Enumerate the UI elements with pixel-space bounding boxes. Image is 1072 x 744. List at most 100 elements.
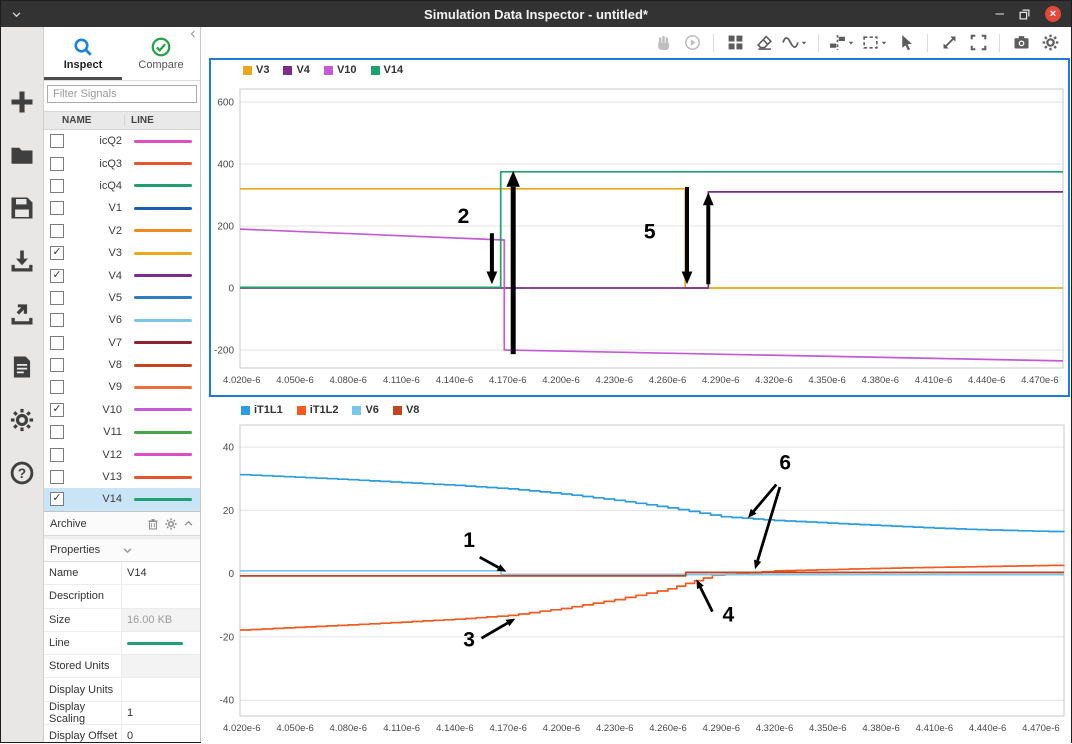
open-button[interactable] (6, 142, 38, 168)
signal-row-icQ4[interactable]: icQ4 (44, 175, 200, 197)
y-tick-label: 20 (223, 506, 235, 517)
new-button[interactable] (6, 89, 38, 115)
y-tick-label: 400 (217, 160, 234, 171)
signal-checkbox[interactable] (50, 179, 64, 193)
signal-row-V6[interactable]: V6 (44, 309, 200, 331)
signal-row-V3[interactable]: ✓V3 (44, 242, 200, 264)
signal-row-V13[interactable]: V13 (44, 466, 200, 488)
tab-inspect[interactable]: Inspect (44, 27, 122, 80)
annotation-label-2: 2 (458, 205, 470, 228)
signal-checkbox[interactable] (50, 291, 64, 305)
maximize-plot-button[interactable] (967, 31, 989, 55)
series-V10[interactable] (240, 229, 1063, 361)
property-value[interactable] (122, 632, 200, 654)
gear-icon[interactable] (165, 518, 177, 530)
property-value[interactable]: V14 (122, 562, 200, 584)
signal-row-V9[interactable]: V9 (44, 376, 200, 398)
property-value[interactable] (122, 655, 200, 677)
pointer-mode-button[interactable] (895, 31, 917, 55)
eraser-icon (756, 34, 773, 51)
maximize-button[interactable] (1018, 8, 1031, 21)
x-tick-label: 4.260e-6 (649, 375, 687, 386)
signal-checkbox[interactable] (50, 224, 64, 238)
signal-name: V10 (64, 404, 130, 416)
subplot-2[interactable]: iT1L1iT1L2V6V8 -40-20020404.020e-64.050e… (201, 398, 1071, 744)
signal-row-V1[interactable]: V1 (44, 197, 200, 219)
signal-checkbox[interactable] (50, 425, 64, 439)
subplot-2-plot[interactable]: -40-20020404.020e-64.050e-64.080e-64.110… (201, 420, 1071, 744)
pan-button[interactable] (652, 31, 674, 55)
signal-row-V10[interactable]: ✓V10 (44, 399, 200, 421)
signal-checkbox[interactable] (50, 201, 64, 215)
signal-checkbox[interactable]: ✓ (50, 269, 64, 283)
import-button[interactable] (6, 248, 38, 274)
export-button[interactable] (6, 301, 38, 327)
signal-checkbox[interactable] (50, 336, 64, 350)
signal-checkbox[interactable] (50, 470, 64, 484)
signal-checkbox[interactable] (50, 134, 64, 148)
fit-to-view-button[interactable] (938, 31, 960, 55)
subplot-layout-button[interactable] (724, 31, 746, 55)
properties-header[interactable]: Properties (44, 539, 200, 562)
x-tick-label: 4.380e-6 (862, 723, 900, 734)
close-button[interactable]: × (1045, 6, 1061, 22)
signal-name: V3 (64, 247, 130, 259)
x-tick-label: 4.140e-6 (436, 723, 474, 734)
snapshot-button[interactable] (1010, 31, 1032, 55)
minimize-button[interactable]: – (996, 9, 1004, 19)
signal-row-V5[interactable]: V5 (44, 287, 200, 309)
collapse-panel-button[interactable] (188, 29, 198, 39)
signal-row-icQ3[interactable]: icQ3 (44, 152, 200, 174)
signal-checkbox[interactable] (50, 380, 64, 394)
signal-row-V2[interactable]: V2 (44, 220, 200, 242)
zoom-mode-button[interactable] (862, 31, 888, 55)
signal-display-button[interactable] (782, 31, 808, 55)
plot-settings-button[interactable] (1039, 31, 1061, 55)
signal-row-V7[interactable]: V7 (44, 332, 200, 354)
subplot-1-plot[interactable]: -20002004006004.020e-64.050e-64.080e-64.… (211, 80, 1068, 395)
signal-checkbox[interactable] (50, 157, 64, 171)
archive-bar[interactable]: Archive (44, 511, 200, 536)
series-iT1L1[interactable] (240, 475, 1064, 532)
signal-checkbox[interactable] (50, 358, 64, 372)
y-tick-label: 40 (223, 443, 235, 454)
property-value[interactable]: 1 (122, 702, 200, 724)
x-tick-label: 4.050e-6 (276, 723, 314, 734)
chevron-up-icon[interactable] (183, 518, 194, 529)
help-button[interactable]: ? (6, 460, 38, 486)
property-value[interactable]: 0 (122, 725, 200, 742)
signal-line-sample (130, 341, 200, 344)
signal-checkbox[interactable]: ✓ (50, 492, 64, 506)
signal-row-V14[interactable]: ✓V14 (44, 488, 200, 510)
clear-subplots-button[interactable] (753, 31, 775, 55)
signal-checkbox[interactable] (50, 448, 64, 462)
camera-icon (1013, 34, 1030, 51)
signal-row-V11[interactable]: V11 (44, 421, 200, 443)
signal-row-V8[interactable]: V8 (44, 354, 200, 376)
property-value[interactable]: 16.00 KB (122, 609, 200, 631)
data-cursors-button[interactable] (829, 31, 855, 55)
signal-line-sample (130, 453, 200, 456)
signal-row-V12[interactable]: V12 (44, 443, 200, 465)
data-cursor-icon (829, 34, 846, 51)
save-button[interactable] (6, 195, 38, 221)
signal-checkbox[interactable]: ✓ (50, 403, 64, 417)
filter-signals-input[interactable] (47, 85, 197, 103)
x-tick-label: 4.080e-6 (329, 375, 367, 386)
property-value[interactable] (122, 678, 200, 700)
signal-row-icQ2[interactable]: icQ2 (44, 130, 200, 152)
create-report-button[interactable] (6, 354, 38, 380)
preferences-button[interactable] (6, 407, 38, 433)
replay-button[interactable] (681, 31, 703, 55)
toolbar-divider (999, 34, 1000, 52)
x-tick-label: 4.020e-6 (223, 375, 261, 386)
trash-icon[interactable] (147, 518, 159, 530)
signal-checkbox[interactable]: ✓ (50, 246, 64, 260)
property-value[interactable] (122, 585, 200, 607)
signal-row-V4[interactable]: ✓V4 (44, 264, 200, 286)
legend-item-V14: V14 (371, 64, 404, 76)
x-tick-label: 4.230e-6 (596, 375, 634, 386)
signal-name: V6 (64, 314, 130, 326)
subplot-1[interactable]: V3V4V10V14 -20002004006004.020e-64.050e-… (209, 58, 1070, 397)
signal-checkbox[interactable] (50, 313, 64, 327)
